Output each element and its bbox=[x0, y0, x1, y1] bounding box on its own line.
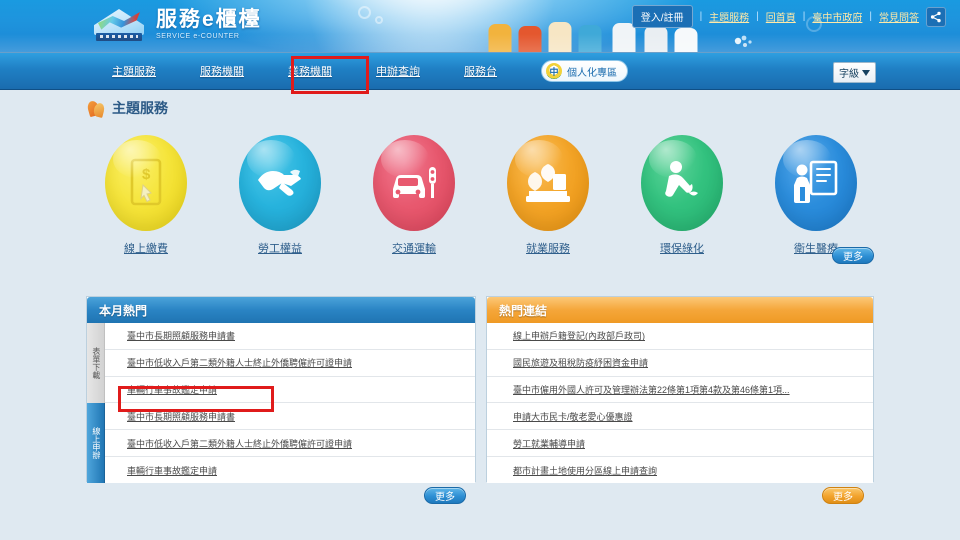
top-utility-links: 登入/註冊 | 主題服務 | 回首頁 | 臺中市政府 | 常見問答 bbox=[631, 5, 946, 28]
page-title: 主題服務 bbox=[86, 98, 168, 118]
list-item[interactable]: 都市計畫土地使用分區線上申請查詢 bbox=[487, 457, 873, 483]
service-label-2: 交通運輸 bbox=[392, 243, 436, 255]
left-row-link-1[interactable]: 臺中市低收入戶第二類外籍人士終止外僑聘僱許可證申請 bbox=[127, 356, 352, 369]
login-register-badge[interactable]: 登入/註冊 bbox=[631, 5, 693, 28]
job-service-icon bbox=[507, 135, 589, 231]
nav-item-2[interactable]: 業務機關 bbox=[266, 63, 354, 79]
service-label-3: 就業服務 bbox=[526, 243, 570, 255]
link-separator-4: | bbox=[869, 11, 872, 22]
left-row-link-2[interactable]: 車輛行車事故鑑定申請 bbox=[127, 383, 217, 396]
page-title-text: 主題服務 bbox=[112, 100, 168, 116]
popular-links-body: 線上申辦戶籍登記(內政部戶政司) 國民旅遊及租稅防疫紓困資金申請 臺中市僱用外國… bbox=[487, 323, 873, 483]
list-item[interactable]: 線上申辦戶籍登記(內政部戶政司) bbox=[487, 323, 873, 350]
left-row-link-3[interactable]: 臺中市長期照顧服務申請書 bbox=[127, 410, 235, 423]
nav-item-4[interactable]: 服務台 bbox=[442, 63, 519, 79]
right-row-link-3[interactable]: 申請大市民卡/敬老愛心優惠證 bbox=[513, 410, 633, 423]
tab-form-download[interactable]: 表單下載 bbox=[87, 323, 105, 403]
top-link-1[interactable]: 回首頁 bbox=[766, 9, 796, 24]
taichung-city-emblem-icon: 中 bbox=[546, 63, 562, 79]
list-item[interactable]: 國民旅遊及租稅防疫紓困資金申請 bbox=[487, 350, 873, 377]
top-link-3[interactable]: 常見問答 bbox=[879, 9, 919, 24]
page-root: 服務e櫃檯 SERVICE e-COUNTER bbox=[0, 0, 960, 540]
service-label-1: 勞工權益 bbox=[258, 243, 302, 255]
personal-area-button[interactable]: 中 個人化專區 bbox=[541, 60, 628, 82]
more-services-button[interactable]: 更多 bbox=[832, 247, 874, 264]
list-item[interactable]: 臺中市長期照顧服務申請書 bbox=[105, 323, 475, 350]
list-item[interactable]: 臺中市僱用外國人許可及管理辦法第22條第1項第4款及第46條第1項... bbox=[487, 377, 873, 404]
list-item[interactable]: 車輛行車事故鑑定申請 bbox=[105, 457, 475, 483]
service-icon-row: $ 線上繳費 勞工權益 交通運輸 就業服務 環保綠化 衛生醫療 bbox=[88, 135, 874, 256]
personal-area-label: 個人化專區 bbox=[567, 67, 617, 79]
link-separator-1: | bbox=[699, 11, 703, 22]
banner-deco-circle-2 bbox=[375, 16, 383, 24]
nav-item-0[interactable]: 主題服務 bbox=[90, 63, 178, 79]
share-icon[interactable] bbox=[926, 6, 946, 27]
right-row-link-2[interactable]: 臺中市僱用外國人許可及管理辦法第22條第1項第4款及第46條第1項... bbox=[513, 383, 790, 396]
leaf-bullet-icon bbox=[86, 99, 106, 118]
service-item-online-payment[interactable]: $ 線上繳費 bbox=[88, 135, 204, 256]
car-traffic-light-icon bbox=[373, 135, 455, 231]
nav-item-list: 主題服務 服務機關 業務機關 申辦查詢 服務台 中 個人化專區 bbox=[90, 60, 628, 82]
right-row-link-4[interactable]: 勞工就業輔導申請 bbox=[513, 437, 585, 450]
list-item[interactable]: 勞工就業輔導申請 bbox=[487, 430, 873, 458]
nav-item-3[interactable]: 申辦查詢 bbox=[354, 63, 442, 79]
chevron-down-icon bbox=[862, 69, 870, 76]
main-navigation: 主題服務 服務機關 業務機關 申辦查詢 服務台 中 個人化專區 字級 bbox=[0, 52, 960, 90]
right-row-link-5[interactable]: 都市計畫土地使用分區線上申請查詢 bbox=[513, 464, 657, 477]
main-content: 主題服務 $ 線上繳費 勞工權益 交通運輸 就業服務 環保綠化 衛生醫療 更多 … bbox=[0, 90, 960, 540]
service-item-transportation[interactable]: 交通運輸 bbox=[356, 135, 472, 256]
medical-clipboard-icon bbox=[775, 135, 857, 231]
list-item[interactable]: 臺中市低收入戶第二類外籍人士終止外僑聘僱許可證申請 bbox=[105, 350, 475, 377]
left-row-link-0[interactable]: 臺中市長期照顧服務申請書 bbox=[127, 329, 235, 342]
service-item-employment[interactable]: 就業服務 bbox=[490, 135, 606, 256]
font-size-selector[interactable]: 字級 bbox=[833, 62, 876, 83]
list-item[interactable]: 臺中市長期照顧服務申請書 bbox=[105, 403, 475, 431]
monthly-popular-panel: 本月熱門 表單下載 線上申辦 臺中市長期照顧服務申請書 臺中市低收入戶第二類外籍… bbox=[86, 296, 476, 483]
left-row-link-5[interactable]: 車輛行車事故鑑定申請 bbox=[127, 464, 217, 477]
online-payment-icon: $ bbox=[105, 135, 187, 231]
monthly-popular-header: 本月熱門 bbox=[87, 297, 475, 323]
service-item-health[interactable]: 衛生醫療 bbox=[758, 135, 874, 256]
list-item[interactable]: 車輛行車事故鑑定申請 bbox=[105, 377, 475, 404]
link-separator-3: | bbox=[802, 11, 806, 22]
right-row-link-1[interactable]: 國民旅遊及租稅防疫紓困資金申請 bbox=[513, 356, 648, 369]
logo-title-cn: 服務e櫃檯 bbox=[156, 7, 262, 31]
left-row-link-4[interactable]: 臺中市低收入戶第二類外籍人士終止外僑聘僱許可證申請 bbox=[127, 437, 352, 450]
service-item-labor-rights[interactable]: 勞工權益 bbox=[222, 135, 338, 256]
link-separator-2: | bbox=[756, 11, 759, 22]
tab-online-application[interactable]: 線上申辦 bbox=[87, 403, 105, 483]
popular-links-header: 熱門連結 bbox=[487, 297, 873, 323]
monthly-popular-tabs: 表單下載 線上申辦 bbox=[87, 323, 105, 483]
service-label-4: 環保綠化 bbox=[660, 243, 704, 255]
planting-person-icon bbox=[641, 135, 723, 231]
more-popular-links-button[interactable]: 更多 bbox=[822, 487, 864, 504]
popular-links-list: 線上申辦戶籍登記(內政部戶政司) 國民旅遊及租稅防疫紓困資金申請 臺中市僱用外國… bbox=[487, 323, 873, 483]
service-label-0: 線上繳費 bbox=[124, 243, 168, 255]
svg-text:$: $ bbox=[142, 166, 151, 183]
nav-item-1[interactable]: 服務機關 bbox=[178, 63, 266, 79]
list-item[interactable]: 臺中市低收入戶第二類外籍人士終止外僑聘僱許可證申請 bbox=[105, 430, 475, 458]
banner-deco-circle-1 bbox=[358, 6, 371, 19]
site-banner: 服務e櫃檯 SERVICE e-COUNTER bbox=[0, 0, 960, 52]
popular-links-panel: 熱門連結 線上申辦戶籍登記(內政部戶政司) 國民旅遊及租稅防疫紓困資金申請 臺中… bbox=[486, 296, 874, 483]
service-item-environment[interactable]: 環保綠化 bbox=[624, 135, 740, 256]
list-item[interactable]: 申請大市民卡/敬老愛心優惠證 bbox=[487, 403, 873, 431]
monthly-popular-list: 臺中市長期照顧服務申請書 臺中市低收入戶第二類外籍人士終止外僑聘僱許可證申請 車… bbox=[105, 323, 475, 483]
top-link-2[interactable]: 臺中市政府 bbox=[812, 9, 862, 24]
handshake-icon bbox=[239, 135, 321, 231]
monthly-popular-body: 表單下載 線上申辦 臺中市長期照顧服務申請書 臺中市低收入戶第二類外籍人士終止外… bbox=[87, 323, 475, 483]
right-row-link-0[interactable]: 線上申辦戶籍登記(內政部戶政司) bbox=[513, 329, 645, 342]
font-size-label: 字級 bbox=[839, 69, 859, 80]
top-link-0[interactable]: 主題服務 bbox=[709, 9, 749, 24]
more-monthly-popular-button[interactable]: 更多 bbox=[424, 487, 466, 504]
